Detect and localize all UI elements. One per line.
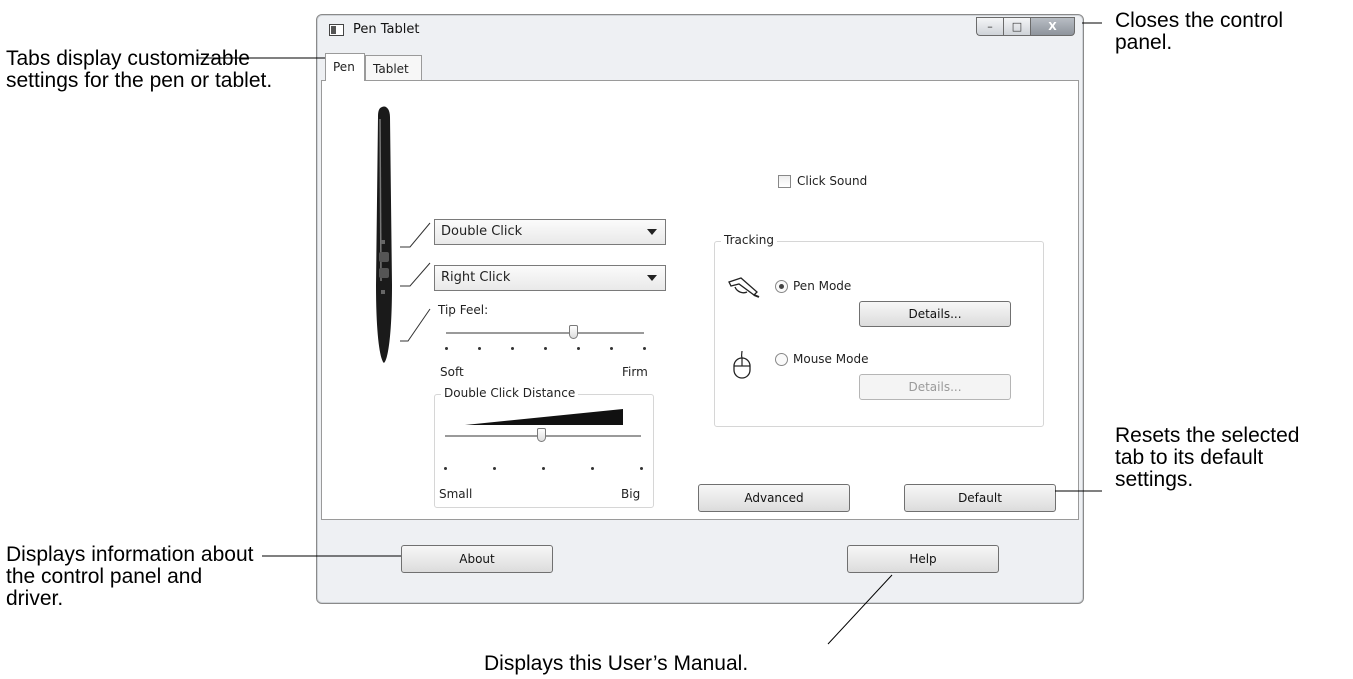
callout-reset: Resets the selected tab to its default s… [1115, 424, 1300, 491]
tip-feel-max-label: Firm [622, 365, 648, 379]
tab-pen[interactable]: Pen [325, 53, 365, 81]
slider-tick [511, 347, 514, 350]
lower-button-value: Right Click [441, 270, 511, 285]
tip-feel-label: Tip Feel: [438, 303, 489, 317]
distance-wedge-icon [465, 409, 623, 425]
upper-button-dropdown[interactable]: Double Click [434, 219, 666, 245]
mouse-mode-details-button[interactable]: Details... [859, 374, 1011, 400]
slider-tick [445, 347, 448, 350]
click-sound-checkbox[interactable] [778, 175, 791, 188]
tab-tablet[interactable]: Tablet [365, 55, 422, 81]
mouse-icon [733, 350, 751, 379]
help-button[interactable]: Help [847, 545, 999, 573]
maximize-button[interactable]: □ [1003, 17, 1030, 36]
minimize-button[interactable]: – [976, 17, 1003, 36]
callout-close: Closes the control panel. [1115, 9, 1284, 54]
title-bar[interactable]: Pen Tablet – □ X [317, 15, 1083, 45]
slider-tick [544, 347, 547, 350]
slider-tick [577, 347, 580, 350]
slider-tick [493, 467, 496, 470]
lower-button-dropdown[interactable]: Right Click [434, 265, 666, 291]
callout-tabs: Tabs display customizable settings for t… [6, 47, 273, 92]
double-click-distance-group: Double Click Distance Small Big [434, 386, 654, 508]
distance-max-label: Big [621, 487, 641, 501]
slider-tick [640, 467, 643, 470]
chevron-down-icon [647, 229, 657, 235]
slider-tick [610, 347, 613, 350]
distance-min-label: Small [439, 487, 473, 501]
pen-mode-label: Pen Mode [793, 279, 852, 293]
slider-tick [643, 347, 646, 350]
tracking-group: Tracking Pen Mode Details... Mouse Mode … [714, 233, 1044, 427]
tip-feel-slider-track[interactable] [446, 332, 644, 335]
advanced-button[interactable]: Advanced [698, 484, 850, 512]
slider-tick [591, 467, 594, 470]
about-button[interactable]: About [401, 545, 553, 573]
pen-mode-details-button[interactable]: Details... [859, 301, 1011, 327]
upper-button-value: Double Click [441, 224, 523, 239]
close-button[interactable]: X [1030, 17, 1075, 36]
default-button[interactable]: Default [904, 484, 1056, 512]
pen-hand-icon [728, 277, 760, 298]
window-controls: – □ X [976, 17, 1075, 36]
pen-mode-radio[interactable] [775, 280, 788, 293]
mouse-mode-label: Mouse Mode [793, 352, 869, 366]
callout-help: Displays this User’s Manual. [484, 652, 749, 675]
distance-slider-thumb[interactable] [537, 428, 546, 442]
window-icon [329, 24, 344, 36]
window-title: Pen Tablet [353, 22, 420, 37]
slider-tick [478, 347, 481, 350]
callout-about: Displays information about the control p… [6, 543, 254, 610]
double-click-distance-label: Double Click Distance [441, 386, 579, 400]
chevron-down-icon [647, 275, 657, 281]
pen-tablet-window: Pen Tablet – □ X Pen Tablet Double Click [316, 14, 1084, 604]
tip-feel-slider-thumb[interactable] [569, 325, 578, 339]
slider-tick [444, 467, 447, 470]
tracking-label: Tracking [721, 233, 777, 247]
mouse-mode-radio[interactable] [775, 353, 788, 366]
slider-tick [542, 467, 545, 470]
click-sound-label: Click Sound [797, 174, 868, 188]
pen-tab-panel: Double Click Right Click Tip Feel: Soft … [321, 80, 1079, 520]
tip-feel-min-label: Soft [440, 365, 464, 379]
